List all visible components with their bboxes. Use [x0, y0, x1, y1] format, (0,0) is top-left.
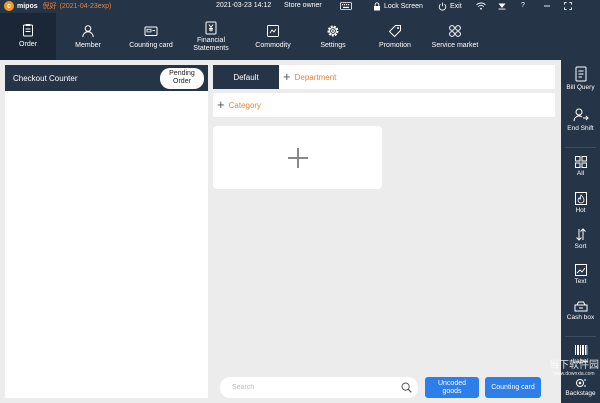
nav-member-label: Member [75, 41, 101, 49]
barcode-icon [574, 345, 587, 355]
keyboard-icon[interactable] [340, 2, 352, 10]
add-category-label: Category [228, 100, 262, 110]
yen-document-icon [205, 21, 217, 34]
add-department-label: Department [294, 72, 337, 82]
add-department-button[interactable]: + Department [283, 65, 336, 89]
end-shift-button[interactable]: End Shift [561, 107, 600, 132]
logo: c mipos 倪好 (2021-04-23exp) [4, 1, 111, 11]
add-category-button[interactable]: + Category [217, 93, 261, 117]
pending-order-button[interactable]: Pending Order [160, 67, 204, 89]
apps-icon [449, 24, 461, 37]
end-shift-label: End Shift [567, 125, 594, 132]
wifi-icon [476, 2, 486, 10]
minimize-button[interactable] [543, 2, 551, 10]
uncoded-goods-button[interactable]: Uncoded goods [425, 377, 479, 398]
checkout-header: Checkout Counter Pending Order [5, 65, 208, 91]
gear-icon [327, 25, 339, 36]
divider [565, 336, 596, 337]
sort-button[interactable]: Sort [561, 228, 600, 250]
plus-icon: + [217, 97, 225, 112]
nav-promotion-label: Promotion [379, 41, 411, 49]
nav-order[interactable]: Order [0, 13, 56, 60]
category-all-label: All [576, 170, 585, 177]
label-button[interactable]: Label [561, 344, 600, 365]
help-button[interactable]: ? [521, 2, 525, 9]
fire-icon [574, 192, 587, 205]
nav-settings-label: Settings [320, 41, 346, 49]
category-all-button[interactable]: All [561, 156, 600, 177]
nav-service-market[interactable]: Service market [428, 13, 482, 60]
counting-card-button[interactable]: Counting card [485, 377, 541, 398]
nav-order-label: Order [19, 40, 37, 48]
nav-commodity-label: Commodity [255, 41, 291, 49]
backstage-label: Backstage [565, 390, 596, 397]
checkout-panel: Checkout Counter Pending Order [5, 65, 208, 398]
nav-counting-card[interactable]: Counting card [122, 13, 180, 60]
plus-icon [287, 147, 308, 168]
exit-button[interactable]: Exit [438, 2, 462, 11]
grid-icon [574, 156, 587, 168]
bill-query-button[interactable]: Bill Query [561, 66, 600, 91]
plus-icon: + [283, 69, 291, 84]
search-input[interactable] [232, 384, 401, 391]
nav-commodity[interactable]: Commodity [248, 13, 298, 60]
cash-box-label: Cash box [566, 314, 595, 321]
nav-promotion[interactable]: Promotion [370, 13, 420, 60]
category-hot-button[interactable]: Hot [561, 192, 600, 214]
sort-icon [575, 228, 586, 241]
box-icon [267, 24, 279, 37]
sort-label: Sort [574, 243, 587, 250]
nav-counting-card-label: Counting card [129, 41, 173, 49]
power-icon [438, 2, 447, 11]
text-mode-button[interactable]: Text [561, 264, 600, 285]
logo-text: mipos [17, 2, 38, 10]
fullscreen-icon [564, 2, 572, 10]
nav-financial-statements-label: Financial Statements [193, 36, 229, 52]
clipboard-icon [23, 23, 33, 36]
dropdown-icon[interactable] [498, 2, 506, 10]
right-sidebar: Bill Query End Shift All Hot Sort Text C… [561, 60, 600, 403]
nav-member[interactable]: Member [62, 13, 114, 60]
add-product-card[interactable] [213, 126, 382, 189]
top-bar: c mipos 倪好 (2021-04-23exp) 2021-03-23 14… [0, 0, 600, 60]
lock-screen-label: Lock Screen [384, 3, 423, 10]
lock-screen-button[interactable]: Lock Screen [373, 2, 423, 11]
minimize-icon [544, 5, 550, 7]
card-icon [144, 26, 158, 36]
checkout-title: Checkout Counter [13, 73, 78, 83]
nav-settings[interactable]: Settings [310, 13, 356, 60]
backstage-icon [575, 379, 586, 387]
main-nav: Order Member Counting card Financial Sta… [0, 13, 600, 60]
datetime: 2021-03-23 14:12 [216, 2, 272, 9]
status-row: c mipos 倪好 (2021-04-23exp) 2021-03-23 14… [0, 0, 600, 13]
user-name: 倪好 [42, 3, 57, 10]
label-label: Label [572, 358, 589, 365]
department-tabbar: Default + Department [213, 65, 555, 89]
nav-service-market-label: Service market [431, 41, 479, 49]
nav-financial-statements[interactable]: Financial Statements [186, 13, 236, 60]
tab-default[interactable]: Default [213, 65, 279, 89]
expiry-date: (2021-04-23exp) [59, 2, 112, 10]
handover-icon [573, 108, 589, 122]
search-icon[interactable] [401, 382, 412, 393]
category-hot-label: Hot [575, 207, 586, 214]
exit-label: Exit [450, 3, 462, 10]
person-icon [82, 24, 94, 37]
text-mode-label: Text [574, 278, 587, 285]
lock-icon [374, 2, 380, 11]
category-bar: + Category [213, 93, 555, 117]
role-label: Store owner [284, 2, 322, 9]
cashbox-icon [574, 301, 587, 312]
search-box [220, 377, 418, 398]
bill-icon [575, 66, 586, 82]
divider [565, 147, 596, 148]
logo-icon: c [4, 1, 14, 11]
text-image-icon [574, 264, 587, 276]
backstage-button[interactable]: Backstage [561, 378, 600, 397]
cash-box-button[interactable]: Cash box [561, 301, 600, 321]
fullscreen-button[interactable] [564, 2, 572, 10]
bill-query-label: Bill Query [566, 84, 595, 91]
tag-icon [388, 24, 401, 37]
